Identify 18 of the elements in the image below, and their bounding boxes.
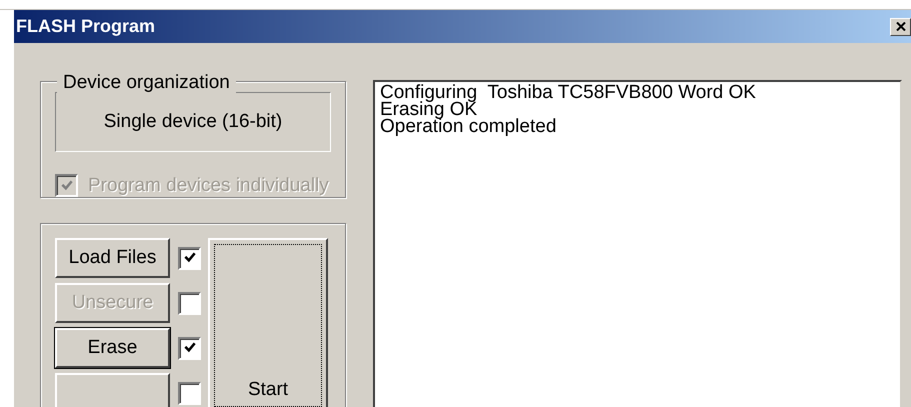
device-mode-display: Single device (16-bit): [55, 92, 331, 152]
checkmark-icon: [182, 341, 196, 355]
checkbox[interactable]: [178, 336, 201, 360]
log-line: Operation completed: [380, 118, 558, 135]
log-listbox[interactable]: Configuring Toshiba TC58FVB800 Word OK Erasing OK Operation completed: [373, 80, 902, 407]
group-title: Device organization: [57, 72, 236, 94]
checkmark-icon: [60, 178, 74, 192]
log-line: Configuring Toshiba TC58FVB800 Word OK: [380, 84, 757, 101]
step-button[interactable]: Erase: [55, 328, 170, 368]
step-button[interactable]: Load Files: [55, 238, 170, 278]
checkmark-icon: [182, 251, 196, 265]
log-line: Erasing OK: [380, 101, 478, 118]
checkbox[interactable]: [178, 382, 201, 404]
close-button[interactable]: [890, 18, 911, 36]
window-title: FLASH Program: [16, 16, 156, 37]
start-button[interactable]: Start: [208, 238, 328, 407]
close-icon: [896, 22, 906, 31]
checkbox[interactable]: [178, 246, 201, 270]
